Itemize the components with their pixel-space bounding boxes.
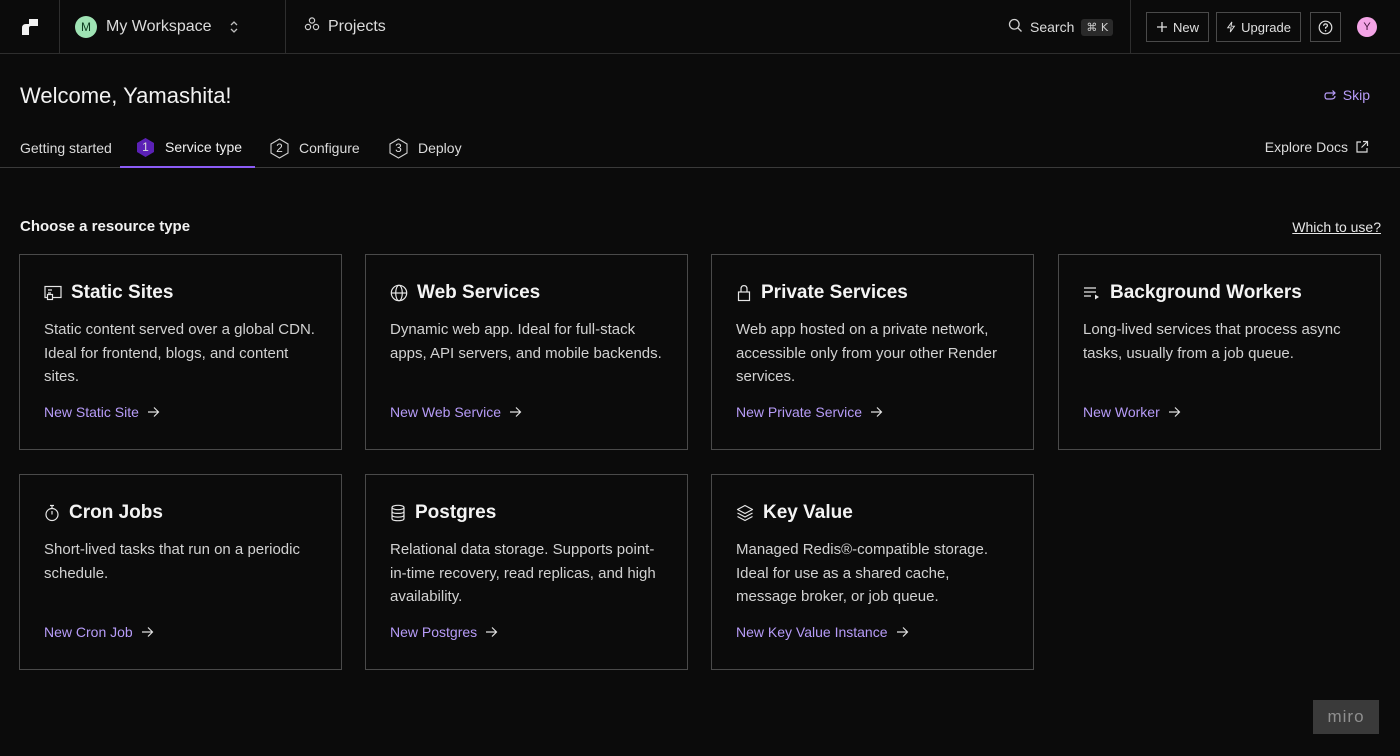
arrow-right-icon — [141, 627, 154, 637]
projects-icon — [304, 16, 320, 37]
page-title: Welcome, Yamashita! — [20, 83, 232, 108]
card-static-sites[interactable]: Static Sites Static content served over … — [19, 254, 342, 450]
arrow-right-icon — [510, 407, 522, 417]
new-worker-link[interactable]: New Worker — [1083, 404, 1181, 420]
search-icon — [1008, 18, 1023, 36]
logo-icon — [21, 18, 38, 35]
layers-icon — [736, 504, 754, 522]
onboarding-steps: Getting started 1 Service type 2 Configu… — [0, 128, 1400, 168]
card-title: Web Services — [417, 282, 541, 303]
lock-icon — [737, 284, 751, 302]
card-background-workers[interactable]: Background Workers Long-lived services t… — [1058, 254, 1381, 450]
explore-docs-link[interactable]: Explore Docs — [1265, 139, 1369, 155]
skip-arrow-icon — [1324, 90, 1336, 100]
new-cron-job-link[interactable]: New Cron Job — [44, 624, 154, 640]
card-description: Dynamic web app. Ideal for full-stack ap… — [390, 321, 662, 362]
render-logo[interactable] — [0, 0, 60, 53]
card-title: Cron Jobs — [69, 502, 163, 523]
link-label: New Private Service — [736, 404, 863, 420]
explore-docs-label: Explore Docs — [1264, 139, 1348, 155]
card-title: Key Value — [763, 502, 853, 523]
step-3-icon: 3 — [388, 137, 409, 159]
globe-icon — [390, 284, 408, 302]
card-description: Web app hosted on a private network, acc… — [736, 321, 997, 385]
workspace-avatar: M — [75, 15, 97, 38]
card-description: Short-lived tasks that run on a periodic… — [44, 541, 300, 582]
workspace-switcher[interactable]: M My Workspace — [60, 0, 286, 53]
upgrade-button[interactable]: Upgrade — [1216, 12, 1301, 42]
plus-icon — [1156, 22, 1167, 32]
new-key-value-link[interactable]: New Key Value Instance — [736, 624, 909, 640]
tab-label: Deploy — [418, 140, 462, 156]
new-postgres-link[interactable]: New Postgres — [390, 624, 498, 640]
new-private-service-link[interactable]: New Private Service — [736, 404, 883, 420]
arrow-right-icon — [896, 627, 908, 637]
search-button[interactable]: Search ⌘ K — [1008, 16, 1114, 38]
arrow-right-icon — [486, 627, 498, 637]
link-label: New Key Value Instance — [736, 624, 888, 640]
tab-getting-started[interactable]: Getting started — [20, 128, 112, 168]
card-description: Managed Redis®-compatible storage. Ideal… — [736, 541, 989, 605]
card-title: Postgres — [415, 502, 497, 523]
tab-label: Configure — [299, 140, 360, 156]
lightning-icon — [1226, 21, 1236, 33]
projects-link[interactable]: Projects — [286, 0, 386, 53]
card-cron-jobs[interactable]: Cron Jobs Short-lived tasks that run on … — [19, 474, 342, 670]
chevron-updown-icon — [229, 20, 239, 34]
card-web-services[interactable]: Web Services Dynamic web app. Ideal for … — [365, 254, 688, 450]
link-label: New Cron Job — [44, 624, 133, 640]
projects-label: Projects — [328, 17, 386, 35]
search-label: Search — [1030, 19, 1075, 35]
arrow-right-icon — [1168, 407, 1181, 417]
card-key-value[interactable]: Key Value Managed Redis®-compatible stor… — [711, 474, 1034, 670]
step-1-icon: 1 — [135, 137, 156, 158]
search-shortcut: ⌘ K — [1081, 18, 1114, 36]
miro-watermark: miro — [1313, 700, 1379, 734]
link-label: New Web Service — [390, 404, 502, 420]
new-label: New — [1172, 19, 1199, 35]
tab-label: Service type — [165, 139, 243, 155]
static-site-icon — [44, 285, 62, 301]
stopwatch-icon — [45, 504, 59, 522]
skip-label: Skip — [1342, 87, 1370, 103]
link-label: New Static Site — [44, 404, 139, 420]
upgrade-label: Upgrade — [1241, 19, 1291, 35]
new-button[interactable]: New — [1146, 12, 1209, 42]
step-2-icon: 2 — [269, 137, 290, 159]
tab-deploy[interactable]: 3 Deploy — [388, 128, 462, 168]
tab-configure[interactable]: 2 Configure — [269, 128, 360, 168]
external-link-icon — [1356, 140, 1369, 153]
tab-service-type[interactable]: 1 Service type — [120, 128, 255, 168]
card-title: Background Workers — [1110, 282, 1302, 303]
arrow-right-icon — [871, 407, 883, 417]
card-description: Relational data storage. Supports point-… — [390, 541, 656, 605]
card-title: Static Sites — [71, 282, 174, 303]
card-description: Static content served over a global CDN.… — [44, 321, 315, 385]
link-label: New Worker — [1083, 404, 1160, 420]
help-icon — [1318, 20, 1333, 34]
database-icon — [391, 504, 405, 522]
divider — [1130, 0, 1131, 53]
card-description: Long-lived services that process async t… — [1083, 321, 1341, 362]
tab-label: Getting started — [20, 140, 112, 156]
card-title: Private Services — [761, 282, 908, 303]
help-button[interactable] — [1310, 12, 1341, 42]
section-title: Choose a resource type — [20, 218, 191, 235]
new-web-service-link[interactable]: New Web Service — [390, 404, 522, 420]
list-icon — [1084, 287, 1099, 300]
user-avatar[interactable]: Y — [1357, 17, 1377, 37]
card-private-services[interactable]: Private Services Web app hosted on a pri… — [711, 254, 1034, 450]
workspace-name: My Workspace — [106, 17, 212, 35]
which-to-use-link[interactable]: Which to use? — [1292, 219, 1381, 235]
new-static-site-link[interactable]: New Static Site — [44, 404, 160, 420]
skip-link[interactable]: Skip — [1324, 87, 1370, 103]
arrow-right-icon — [147, 407, 160, 417]
link-label: New Postgres — [390, 624, 478, 640]
card-postgres[interactable]: Postgres Relational data storage. Suppor… — [365, 474, 688, 670]
